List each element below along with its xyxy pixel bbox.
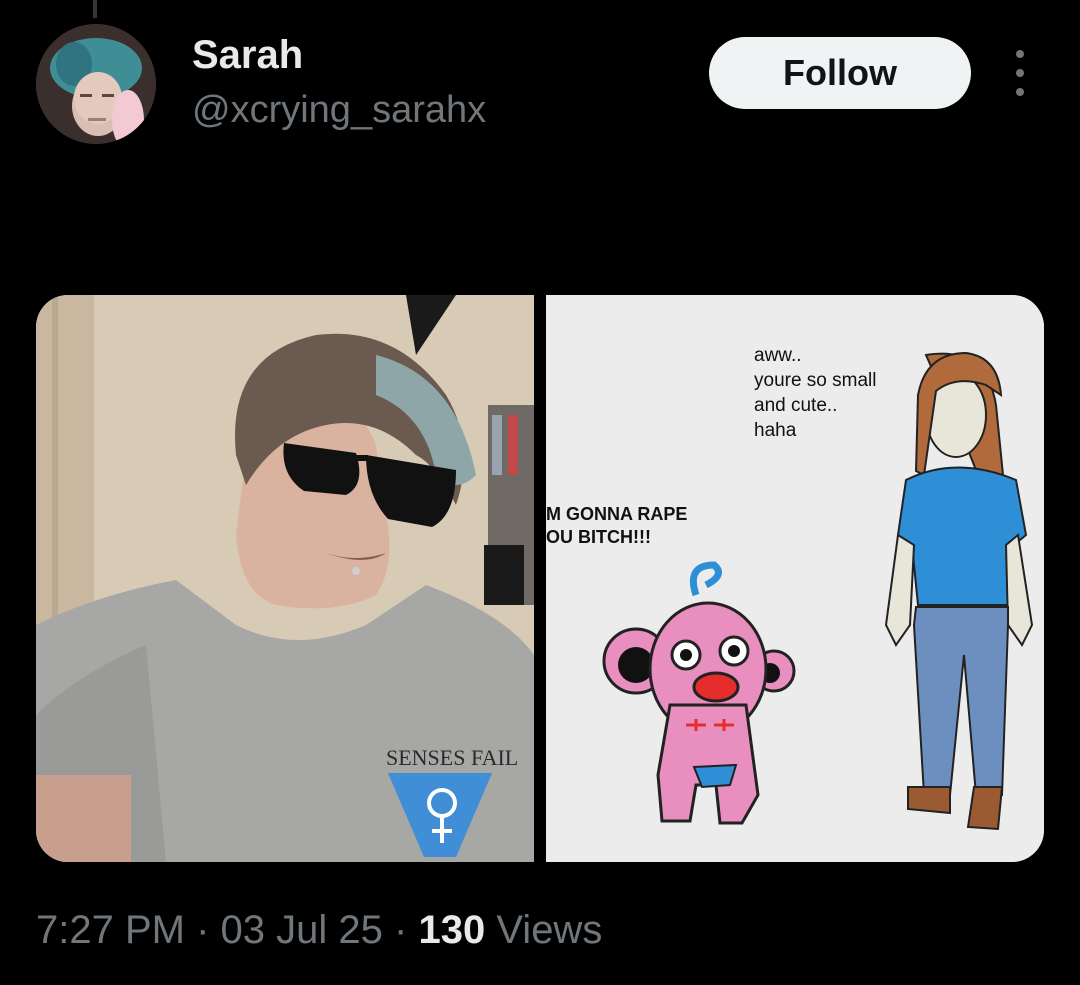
thread-connector-line (93, 0, 97, 18)
more-vertical-icon-dot (1016, 69, 1024, 77)
author-display-name[interactable]: Sarah (192, 32, 303, 78)
avatar[interactable] (36, 24, 156, 144)
post-date[interactable]: 03 Jul 25 (221, 908, 383, 952)
user-avatar-photo (36, 24, 156, 144)
shirt-print-text: SENSES FAIL (386, 745, 518, 770)
tweet-detail: Sarah @xcrying_sarahx Follow SENSES FAIL… (0, 0, 1080, 985)
comic-speech-text-1: aww.. youre so small and cute.. haha (754, 345, 877, 441)
separator: · (394, 908, 408, 952)
post-metadata: 7:27 PM · 03 Jul 25 · 130 Views (36, 905, 602, 955)
views-count: 130 (418, 908, 486, 952)
views-label: Views (496, 908, 603, 952)
selfie-photo[interactable]: SENSES FAIL (36, 295, 534, 862)
more-vertical-icon (1016, 50, 1024, 58)
follow-button[interactable]: Follow (709, 37, 971, 109)
post-time[interactable]: 7:27 PM (36, 908, 185, 952)
comic-speech-text-2: M GONNA RAPE OU BITCH!!! (546, 504, 688, 547)
media-grid: SENSES FAIL aww.. youre so small and cut… (36, 295, 1044, 862)
more-options-button[interactable] (1002, 50, 1038, 96)
selfie-illustration: SENSES FAIL (36, 295, 534, 862)
more-vertical-icon-dot (1016, 88, 1024, 96)
drawn-comic[interactable]: aww.. youre so small and cute.. haha M G… (546, 295, 1044, 862)
author-handle[interactable]: @xcrying_sarahx (192, 88, 486, 132)
separator: · (196, 908, 210, 952)
